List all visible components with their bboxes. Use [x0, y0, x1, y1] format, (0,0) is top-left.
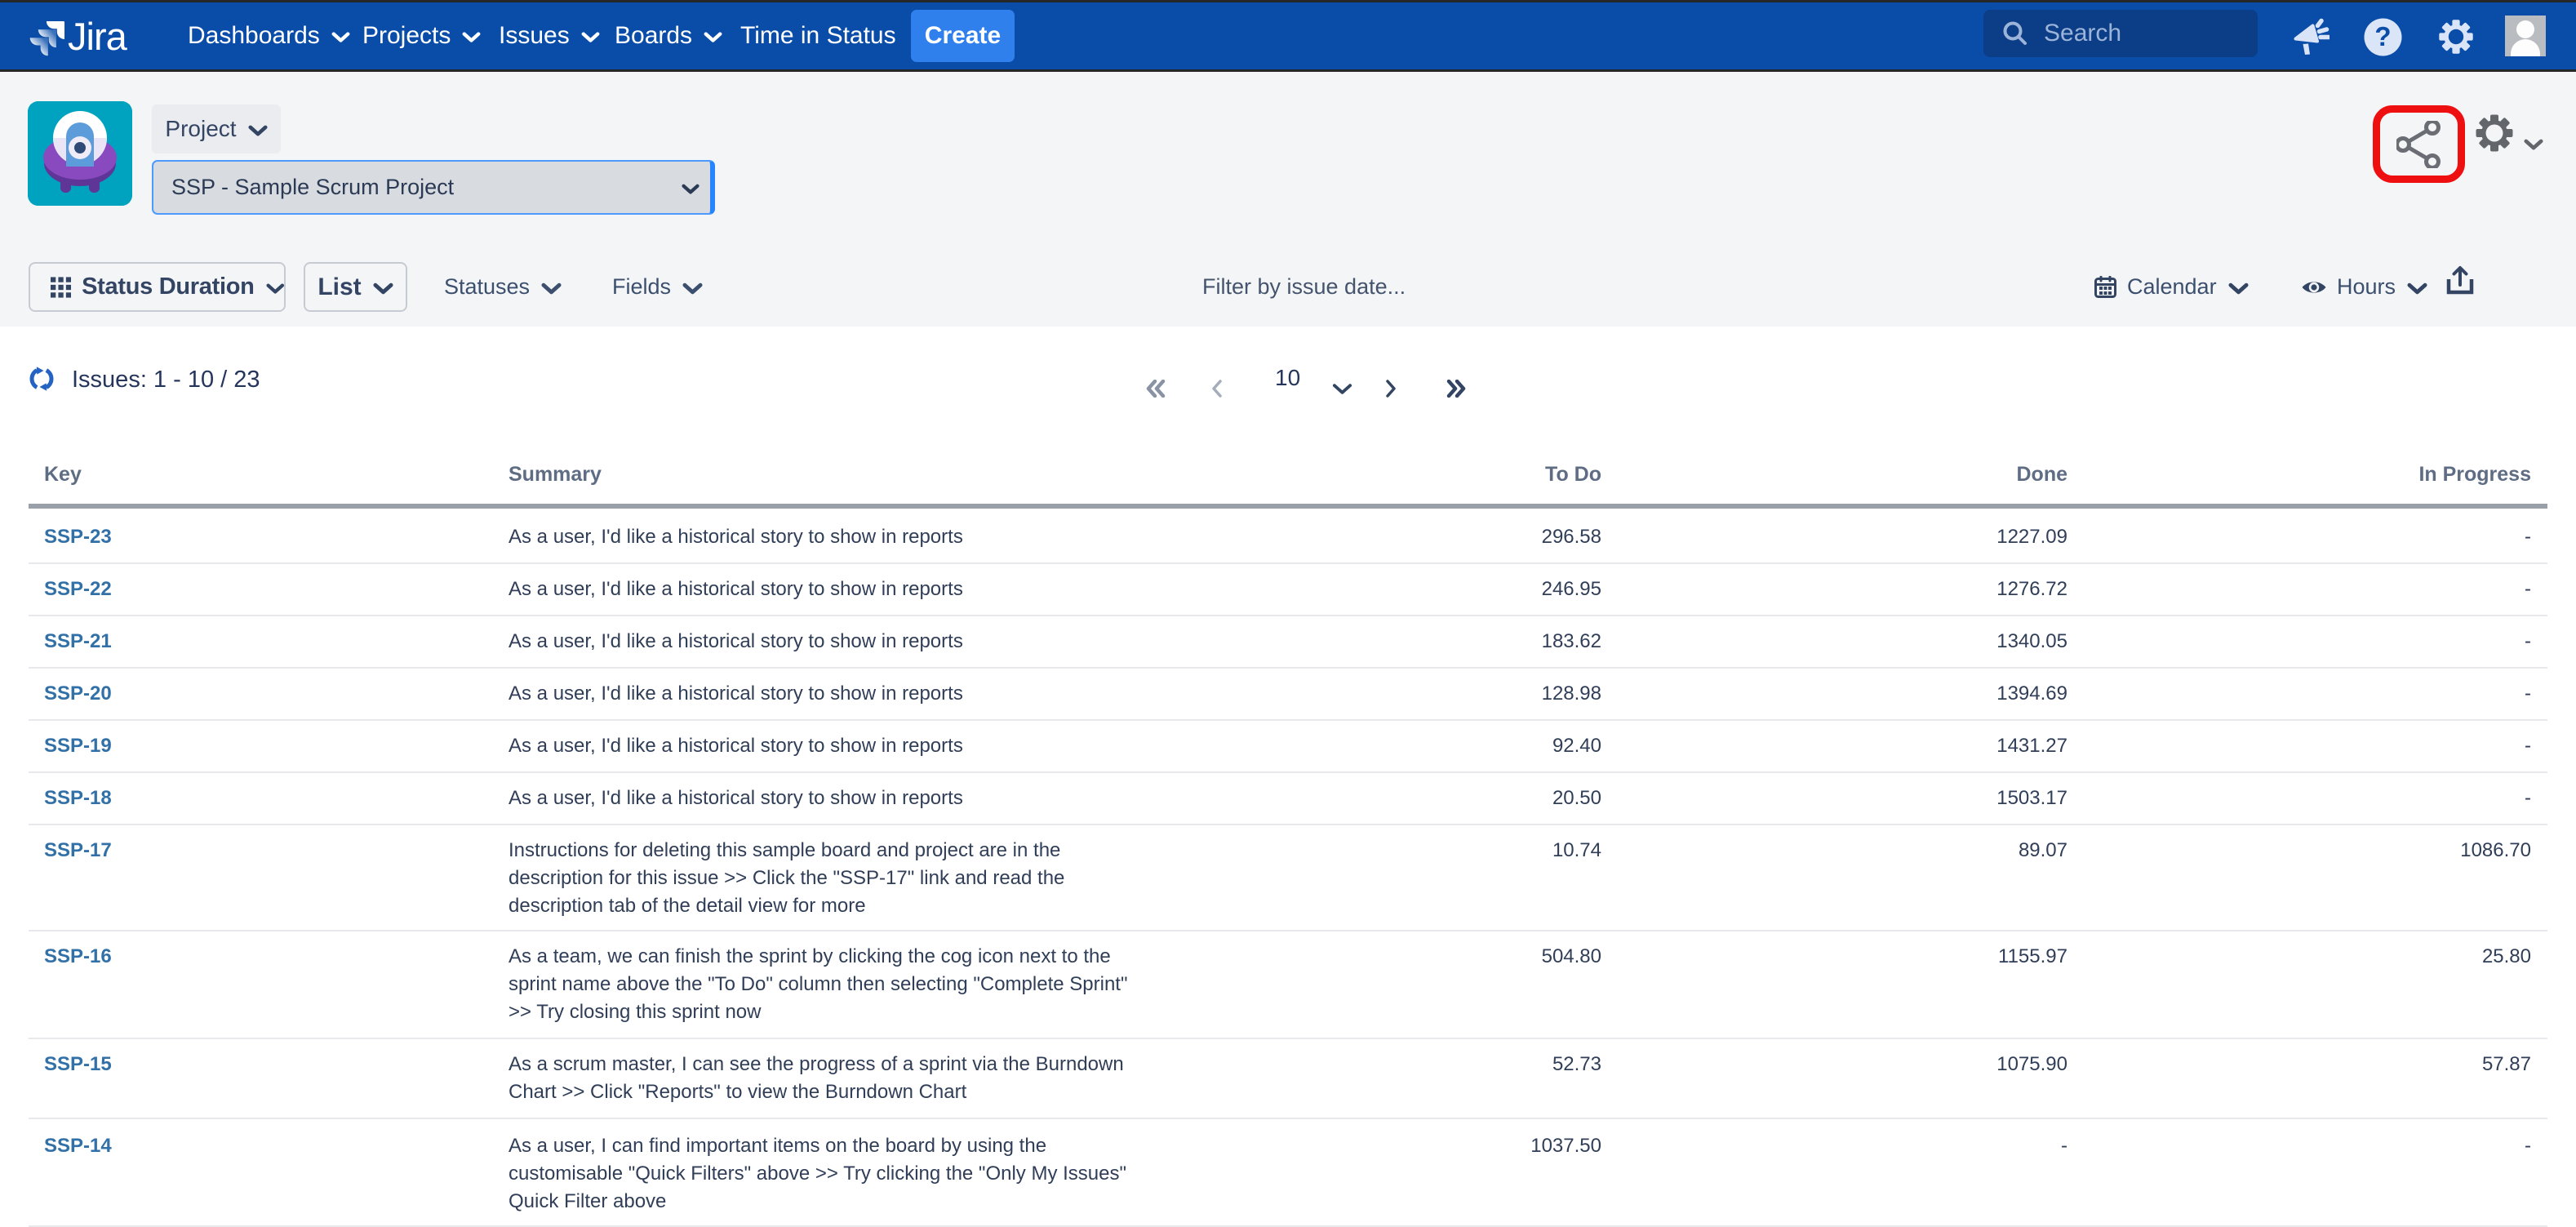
svg-text:?: ?	[2374, 21, 2391, 51]
